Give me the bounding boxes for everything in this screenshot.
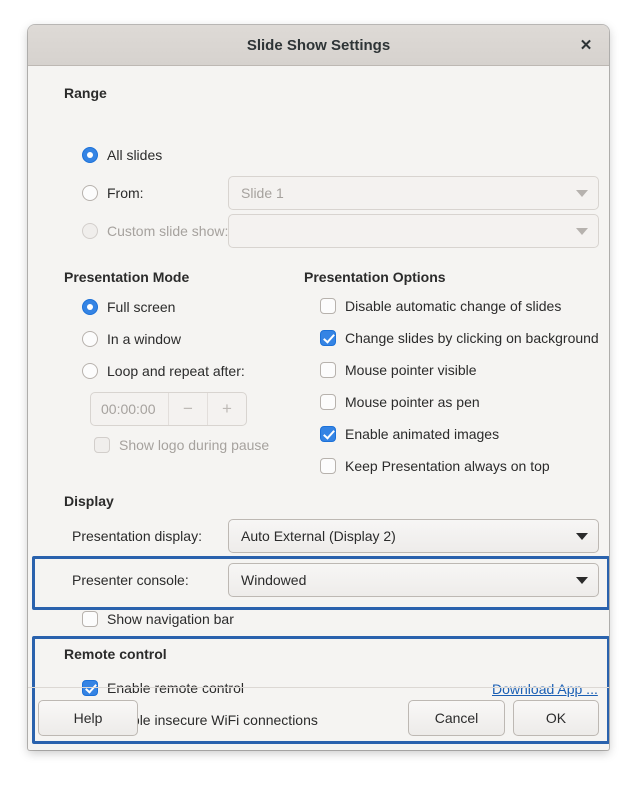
checkbox-mouse-pointer-visible-indicator xyxy=(320,362,336,378)
titlebar: Slide Show Settings ✕ xyxy=(28,25,609,66)
cancel-button[interactable]: Cancel xyxy=(408,700,505,736)
checkbox-show-logo-during-pause-label: Show logo during pause xyxy=(119,437,270,453)
radio-custom-slide-show-label: Custom slide show: xyxy=(107,223,229,239)
checkbox-disable-automatic-change-indicator xyxy=(320,298,336,314)
chevron-down-icon xyxy=(576,576,588,584)
radio-loop-and-repeat[interactable]: Loop and repeat after: xyxy=(82,363,245,379)
slide-show-settings-dialog: Slide Show Settings ✕ Range All slides F… xyxy=(28,25,609,750)
radio-all-slides-indicator xyxy=(82,147,98,163)
checkbox-show-navigation-bar[interactable]: Show navigation bar xyxy=(82,611,234,627)
radio-from-indicator xyxy=(82,185,98,201)
checkbox-change-slides-by-clicking[interactable]: Change slides by clicking on background xyxy=(320,330,599,346)
checkbox-show-logo-during-pause[interactable]: Show logo during pause xyxy=(94,437,269,453)
checkbox-show-logo-during-pause-indicator xyxy=(94,437,110,453)
checkbox-keep-presentation-on-top[interactable]: Keep Presentation always on top xyxy=(320,458,550,474)
checkbox-keep-presentation-on-top-label: Keep Presentation always on top xyxy=(345,458,550,474)
radio-from-label: From: xyxy=(107,185,144,201)
range-heading: Range xyxy=(64,85,107,101)
checkbox-change-slides-by-clicking-indicator xyxy=(320,330,336,346)
checkbox-mouse-pointer-as-pen[interactable]: Mouse pointer as pen xyxy=(320,394,480,410)
radio-all-slides[interactable]: All slides xyxy=(82,147,162,163)
presentation-display-dropdown[interactable]: Auto External (Display 2) xyxy=(228,519,599,553)
checkbox-enable-animated-images-label: Enable animated images xyxy=(345,426,500,442)
radio-all-slides-label: All slides xyxy=(107,147,163,163)
from-slide-dropdown[interactable]: Slide 1 xyxy=(228,176,599,210)
presenter-console-dropdown-value: Windowed xyxy=(241,572,307,588)
remote-control-heading: Remote control xyxy=(64,646,167,662)
checkbox-enable-animated-images-indicator xyxy=(320,426,336,442)
chevron-down-icon xyxy=(576,227,588,235)
checkbox-mouse-pointer-visible[interactable]: Mouse pointer visible xyxy=(320,362,477,378)
loop-duration-value: 00:00:00 xyxy=(101,401,156,417)
page-title: Slide Show Settings xyxy=(246,36,391,54)
radio-from[interactable]: From: xyxy=(82,185,144,201)
checkbox-show-navigation-bar-indicator xyxy=(82,611,98,627)
display-heading: Display xyxy=(64,493,114,509)
chevron-down-icon xyxy=(576,532,588,540)
radio-in-a-window-indicator xyxy=(82,331,98,347)
loop-duration-decrement-button[interactable]: − xyxy=(168,393,207,425)
radio-in-a-window-label: In a window xyxy=(107,331,181,347)
dialog-content: Range All slides From: Slide 1 Custom sl… xyxy=(28,66,609,744)
from-slide-dropdown-value: Slide 1 xyxy=(241,185,284,201)
checkbox-disable-automatic-change-label: Disable automatic change of slides xyxy=(345,298,562,314)
checkbox-keep-presentation-on-top-indicator xyxy=(320,458,336,474)
checkbox-enable-animated-images[interactable]: Enable animated images xyxy=(320,426,499,442)
loop-duration-spinner[interactable]: 00:00:00 − + xyxy=(90,392,247,426)
presenter-console-label: Presenter console: xyxy=(72,572,189,588)
radio-full-screen-indicator xyxy=(82,299,98,315)
radio-custom-slide-show[interactable]: Custom slide show: xyxy=(82,223,228,239)
presentation-display-dropdown-value: Auto External (Display 2) xyxy=(241,528,396,544)
presentation-mode-heading: Presentation Mode xyxy=(64,269,190,285)
radio-loop-and-repeat-indicator xyxy=(82,363,98,379)
presenter-console-dropdown[interactable]: Windowed xyxy=(228,563,599,597)
help-button[interactable]: Help xyxy=(38,700,138,736)
dialog-footer: Help Cancel OK xyxy=(28,687,609,750)
custom-slide-show-dropdown[interactable] xyxy=(228,214,599,248)
close-icon[interactable]: ✕ xyxy=(573,32,599,58)
checkbox-change-slides-by-clicking-label: Change slides by clicking on background xyxy=(345,330,599,346)
presentation-display-label: Presentation display: xyxy=(72,528,202,544)
checkbox-mouse-pointer-visible-label: Mouse pointer visible xyxy=(345,362,477,378)
radio-full-screen[interactable]: Full screen xyxy=(82,299,175,315)
presentation-options-heading: Presentation Options xyxy=(304,269,446,285)
checkbox-disable-automatic-change[interactable]: Disable automatic change of slides xyxy=(320,298,561,314)
checkbox-mouse-pointer-as-pen-label: Mouse pointer as pen xyxy=(345,394,480,410)
checkbox-mouse-pointer-as-pen-indicator xyxy=(320,394,336,410)
checkbox-show-navigation-bar-label: Show navigation bar xyxy=(107,611,234,627)
ok-button[interactable]: OK xyxy=(513,700,599,736)
radio-loop-and-repeat-label: Loop and repeat after: xyxy=(107,363,245,379)
loop-duration-increment-button[interactable]: + xyxy=(207,393,246,425)
radio-in-a-window[interactable]: In a window xyxy=(82,331,181,347)
radio-custom-slide-show-indicator xyxy=(82,223,98,239)
chevron-down-icon xyxy=(576,189,588,197)
radio-full-screen-label: Full screen xyxy=(107,299,176,315)
